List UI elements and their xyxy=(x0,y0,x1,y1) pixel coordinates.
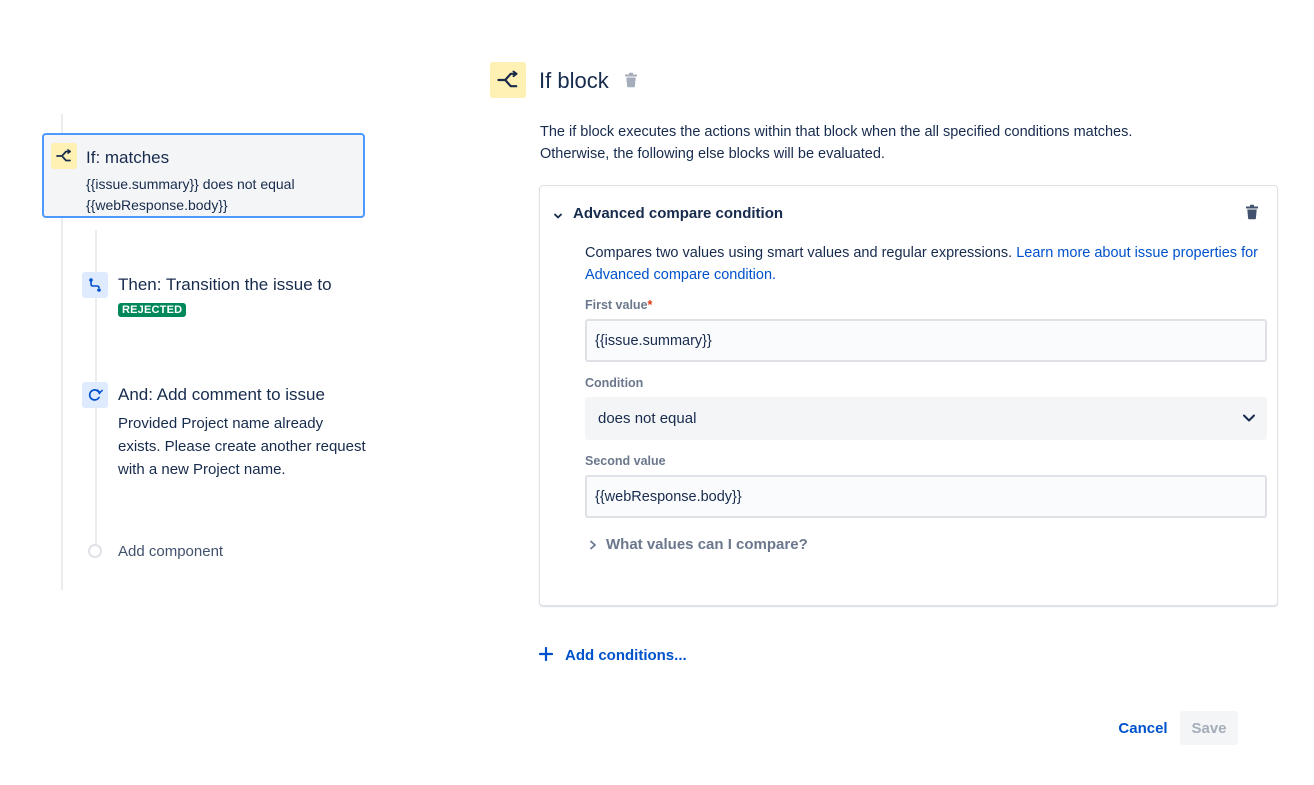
condition-card-title[interactable]: Advanced compare condition xyxy=(573,205,783,222)
condition-description-text: Compares two values using smart values a… xyxy=(585,245,1013,261)
rule-node-title: Then: Transition the issue to xyxy=(118,275,332,294)
rule-node-title: And: Add comment to issue xyxy=(118,385,325,404)
panel-intro-line: Otherwise, the following else blocks wil… xyxy=(540,146,885,162)
second-value-input[interactable]: {{webResponse.body}} xyxy=(585,475,1267,518)
rule-node-description: Provided Project name already exists. Pl… xyxy=(118,415,366,478)
panel-intro: The if block executes the actions within… xyxy=(540,121,1240,165)
first-value-label: First value* xyxy=(585,298,652,312)
rule-node-and[interactable]: And: Add comment to issue Provided Proje… xyxy=(82,382,372,482)
condition-select-value: does not equal xyxy=(598,410,697,427)
add-conditions-label: Add conditions... xyxy=(565,647,687,664)
plus-icon xyxy=(538,646,554,666)
rule-node-if[interactable]: If: matches {{issue.summary}} does not e… xyxy=(42,133,365,218)
second-value-label: Second value xyxy=(585,454,666,468)
rule-node-description-line: {{webResponse.body}} xyxy=(86,197,228,213)
branch-icon xyxy=(51,143,77,169)
comment-icon xyxy=(82,382,108,408)
chevron-down-icon xyxy=(1241,411,1257,430)
add-component-label: Add component xyxy=(118,543,224,560)
cancel-button[interactable]: Cancel xyxy=(1111,712,1175,744)
status-lozenge-rejected: REJECTED xyxy=(118,303,187,317)
trash-icon[interactable] xyxy=(624,72,638,93)
chevron-down-icon[interactable] xyxy=(553,208,563,226)
rule-node-description: {{issue.summary}} does not equal {{webRe… xyxy=(86,174,295,216)
add-component-dot-icon xyxy=(88,544,102,558)
chevron-right-icon xyxy=(588,538,598,556)
what-values-label: What values can I compare? xyxy=(606,536,808,553)
save-button[interactable]: Save xyxy=(1180,711,1238,745)
first-value-label-text: First value xyxy=(585,298,648,312)
transition-icon xyxy=(82,272,108,298)
condition-label: Condition xyxy=(585,376,644,390)
rule-node-title: If: matches xyxy=(86,148,170,167)
panel-title: If block xyxy=(539,68,609,93)
rule-node-then[interactable]: Then: Transition the issue to REJECTED xyxy=(82,272,372,324)
rule-node-description-line: {{issue.summary}} does not equal xyxy=(86,176,295,192)
panel-intro-line: The if block executes the actions within… xyxy=(540,124,1133,140)
trash-icon[interactable] xyxy=(1245,204,1259,225)
condition-card-description: Compares two values using smart values a… xyxy=(585,242,1275,286)
branch-icon xyxy=(490,62,526,98)
required-marker: * xyxy=(647,298,653,312)
first-value-input[interactable]: {{issue.summary}} xyxy=(585,319,1267,362)
advanced-compare-condition-card: Advanced compare condition Compares two … xyxy=(539,185,1278,606)
condition-select[interactable]: does not equal xyxy=(585,397,1267,440)
